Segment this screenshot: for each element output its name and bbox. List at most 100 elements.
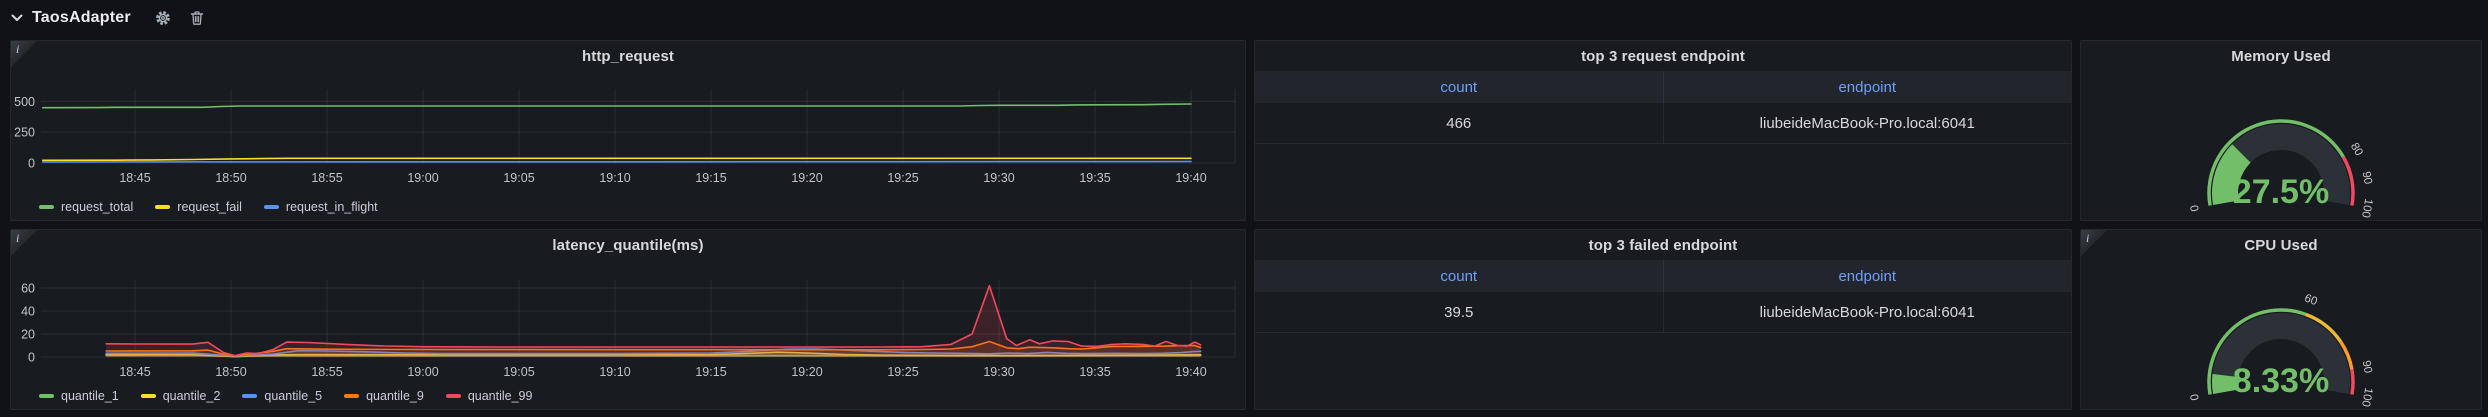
legend-swatch	[264, 205, 279, 209]
svg-text:60: 60	[21, 282, 35, 296]
svg-text:20: 20	[21, 328, 35, 342]
panel-latency-quantile: i latency_quantile(ms) 020406018:4518:50…	[10, 229, 1246, 410]
legend-swatch	[39, 394, 54, 398]
legend-label: quantile_9	[366, 389, 424, 403]
svg-text:18:45: 18:45	[119, 171, 150, 185]
svg-text:19:10: 19:10	[599, 365, 630, 379]
svg-text:19:40: 19:40	[1175, 365, 1206, 379]
legend-label: quantile_1	[61, 389, 119, 403]
memory-used-gauge: 0 80 90 100 27.5%	[2081, 65, 2482, 220]
svg-text:250: 250	[14, 126, 35, 140]
svg-text:19:40: 19:40	[1175, 171, 1206, 185]
row-title[interactable]: TaosAdapter	[32, 9, 139, 27]
legend-label: quantile_2	[163, 389, 221, 403]
gauge-tick-90: 90	[2360, 171, 2374, 186]
chevron-down-icon[interactable]	[10, 11, 24, 25]
dashboard-row-header: TaosAdapter	[10, 4, 207, 32]
column-header-count[interactable]: count	[1255, 71, 1664, 103]
gauge-tick-60: 60	[2303, 292, 2319, 308]
table-header-row: countendpoint	[1255, 260, 2071, 292]
svg-text:19:15: 19:15	[695, 171, 726, 185]
legend-item-quantile_5[interactable]: quantile_5	[242, 389, 322, 403]
svg-text:19:25: 19:25	[887, 365, 918, 379]
panel-title[interactable]: top 3 failed endpoint	[1255, 237, 2071, 254]
legend-item-request_total[interactable]: request_total	[39, 200, 133, 214]
legend-label: request_fail	[177, 200, 242, 214]
legend-swatch	[344, 394, 359, 398]
panel-top3-request-endpoint: top 3 request endpoint countendpoint466l…	[1254, 40, 2072, 221]
svg-text:19:25: 19:25	[887, 171, 918, 185]
panel-title[interactable]: top 3 request endpoint	[1255, 48, 2071, 65]
svg-text:19:05: 19:05	[503, 365, 534, 379]
svg-text:19:20: 19:20	[791, 365, 822, 379]
legend-swatch	[242, 394, 257, 398]
svg-text:0: 0	[28, 351, 35, 365]
gauge-tick-0: 0	[2189, 204, 2202, 212]
panel-title[interactable]: CPU Used	[2081, 237, 2481, 254]
panel-cpu-used: i CPU Used 060901008.33%	[2080, 229, 2482, 410]
svg-text:18:50: 18:50	[215, 171, 246, 185]
legend-item-request_fail[interactable]: request_fail	[155, 200, 242, 214]
svg-text:19:05: 19:05	[503, 171, 534, 185]
legend-item-quantile_1[interactable]: quantile_1	[39, 389, 119, 403]
table-header-row: countendpoint	[1255, 71, 2071, 103]
svg-text:19:35: 19:35	[1079, 365, 1110, 379]
svg-text:18:45: 18:45	[119, 365, 150, 379]
svg-text:18:50: 18:50	[215, 365, 246, 379]
cpu-used-gauge: 060901008.33%	[2081, 254, 2482, 409]
table-cell-count: 39.5	[1255, 292, 1664, 332]
legend-swatch	[155, 205, 170, 209]
panel-top3-failed-endpoint: top 3 failed endpoint countendpoint39.5l…	[1254, 229, 2072, 410]
svg-text:19:10: 19:10	[599, 171, 630, 185]
svg-text:0: 0	[28, 157, 35, 171]
gauge-tick-80: 80	[2348, 141, 2365, 158]
gauge-tick-90: 90	[2360, 360, 2374, 375]
http-request-chart[interactable]: 0 250 500 18:45 18:50 18:55 19:00 19:05 19:10 19:…	[11, 41, 1246, 221]
svg-text:500: 500	[14, 95, 35, 109]
legend-swatch	[141, 394, 156, 398]
svg-text:40: 40	[21, 305, 35, 319]
trash-icon[interactable]	[187, 8, 207, 28]
svg-text:19:30: 19:30	[983, 171, 1014, 185]
legend-label: quantile_99	[468, 389, 533, 403]
chart-legend: quantile_1 quantile_2 quantile_5 quantile_9…	[39, 389, 532, 403]
gauge-value: 27.5%	[2233, 173, 2329, 211]
legend-item-quantile_9[interactable]: quantile_9	[344, 389, 424, 403]
table-cell-count: 466	[1255, 103, 1664, 143]
column-header-count[interactable]: count	[1255, 260, 1664, 292]
table-cell-endpoint: liubeideMacBook-Pro.local:6041	[1664, 304, 2072, 321]
chart-legend: request_total request_fail request_in_flig…	[39, 200, 378, 214]
gauge-tick-100: 100	[2359, 198, 2374, 219]
legend-item-request_in_flight[interactable]: request_in_flight	[264, 200, 378, 214]
legend-swatch	[39, 205, 54, 209]
panel-http-request: i http_request 025050018:4518:5018:5519:…	[10, 40, 1246, 221]
failed-endpoint-table: countendpoint39.5liubeideMacBook-Pro.loc…	[1255, 260, 2071, 333]
svg-text:18:55: 18:55	[311, 171, 342, 185]
latency-quantile-chart[interactable]: 0 20 40 60 18:45 18:50 18:55 19:00 19:05 19:10 19:…	[11, 230, 1246, 410]
legend-item-quantile_2[interactable]: quantile_2	[141, 389, 221, 403]
column-header-endpoint[interactable]: endpoint	[1664, 268, 2072, 285]
svg-text:19:00: 19:00	[407, 365, 438, 379]
gauge-tick-100: 100	[2359, 387, 2374, 408]
legend-label: request_in_flight	[286, 200, 378, 214]
table-row[interactable]: 39.5liubeideMacBook-Pro.local:6041	[1255, 292, 2071, 333]
svg-text:19:20: 19:20	[791, 171, 822, 185]
request-endpoint-table: countendpoint466liubeideMacBook-Pro.loca…	[1255, 71, 2071, 144]
grafana-dashboard: TaosAdapter i http_request 025050018:451…	[0, 0, 2488, 417]
gauge-value: 8.33%	[2233, 362, 2329, 400]
legend-swatch	[446, 394, 461, 398]
table-row[interactable]: 466liubeideMacBook-Pro.local:6041	[1255, 103, 2071, 144]
svg-text:18:55: 18:55	[311, 365, 342, 379]
gear-icon[interactable]	[153, 8, 173, 28]
column-header-endpoint[interactable]: endpoint	[1664, 79, 2072, 96]
panel-memory-used: Memory Used 0 80 90 100 27.5%	[2080, 40, 2482, 221]
legend-label: quantile_5	[264, 389, 322, 403]
svg-text:19:35: 19:35	[1079, 171, 1110, 185]
table-cell-endpoint: liubeideMacBook-Pro.local:6041	[1664, 115, 2072, 132]
svg-text:19:00: 19:00	[407, 171, 438, 185]
panel-title[interactable]: Memory Used	[2081, 48, 2481, 65]
legend-item-quantile_99[interactable]: quantile_99	[446, 389, 533, 403]
svg-text:19:30: 19:30	[983, 365, 1014, 379]
svg-text:19:15: 19:15	[695, 365, 726, 379]
legend-label: request_total	[61, 200, 133, 214]
